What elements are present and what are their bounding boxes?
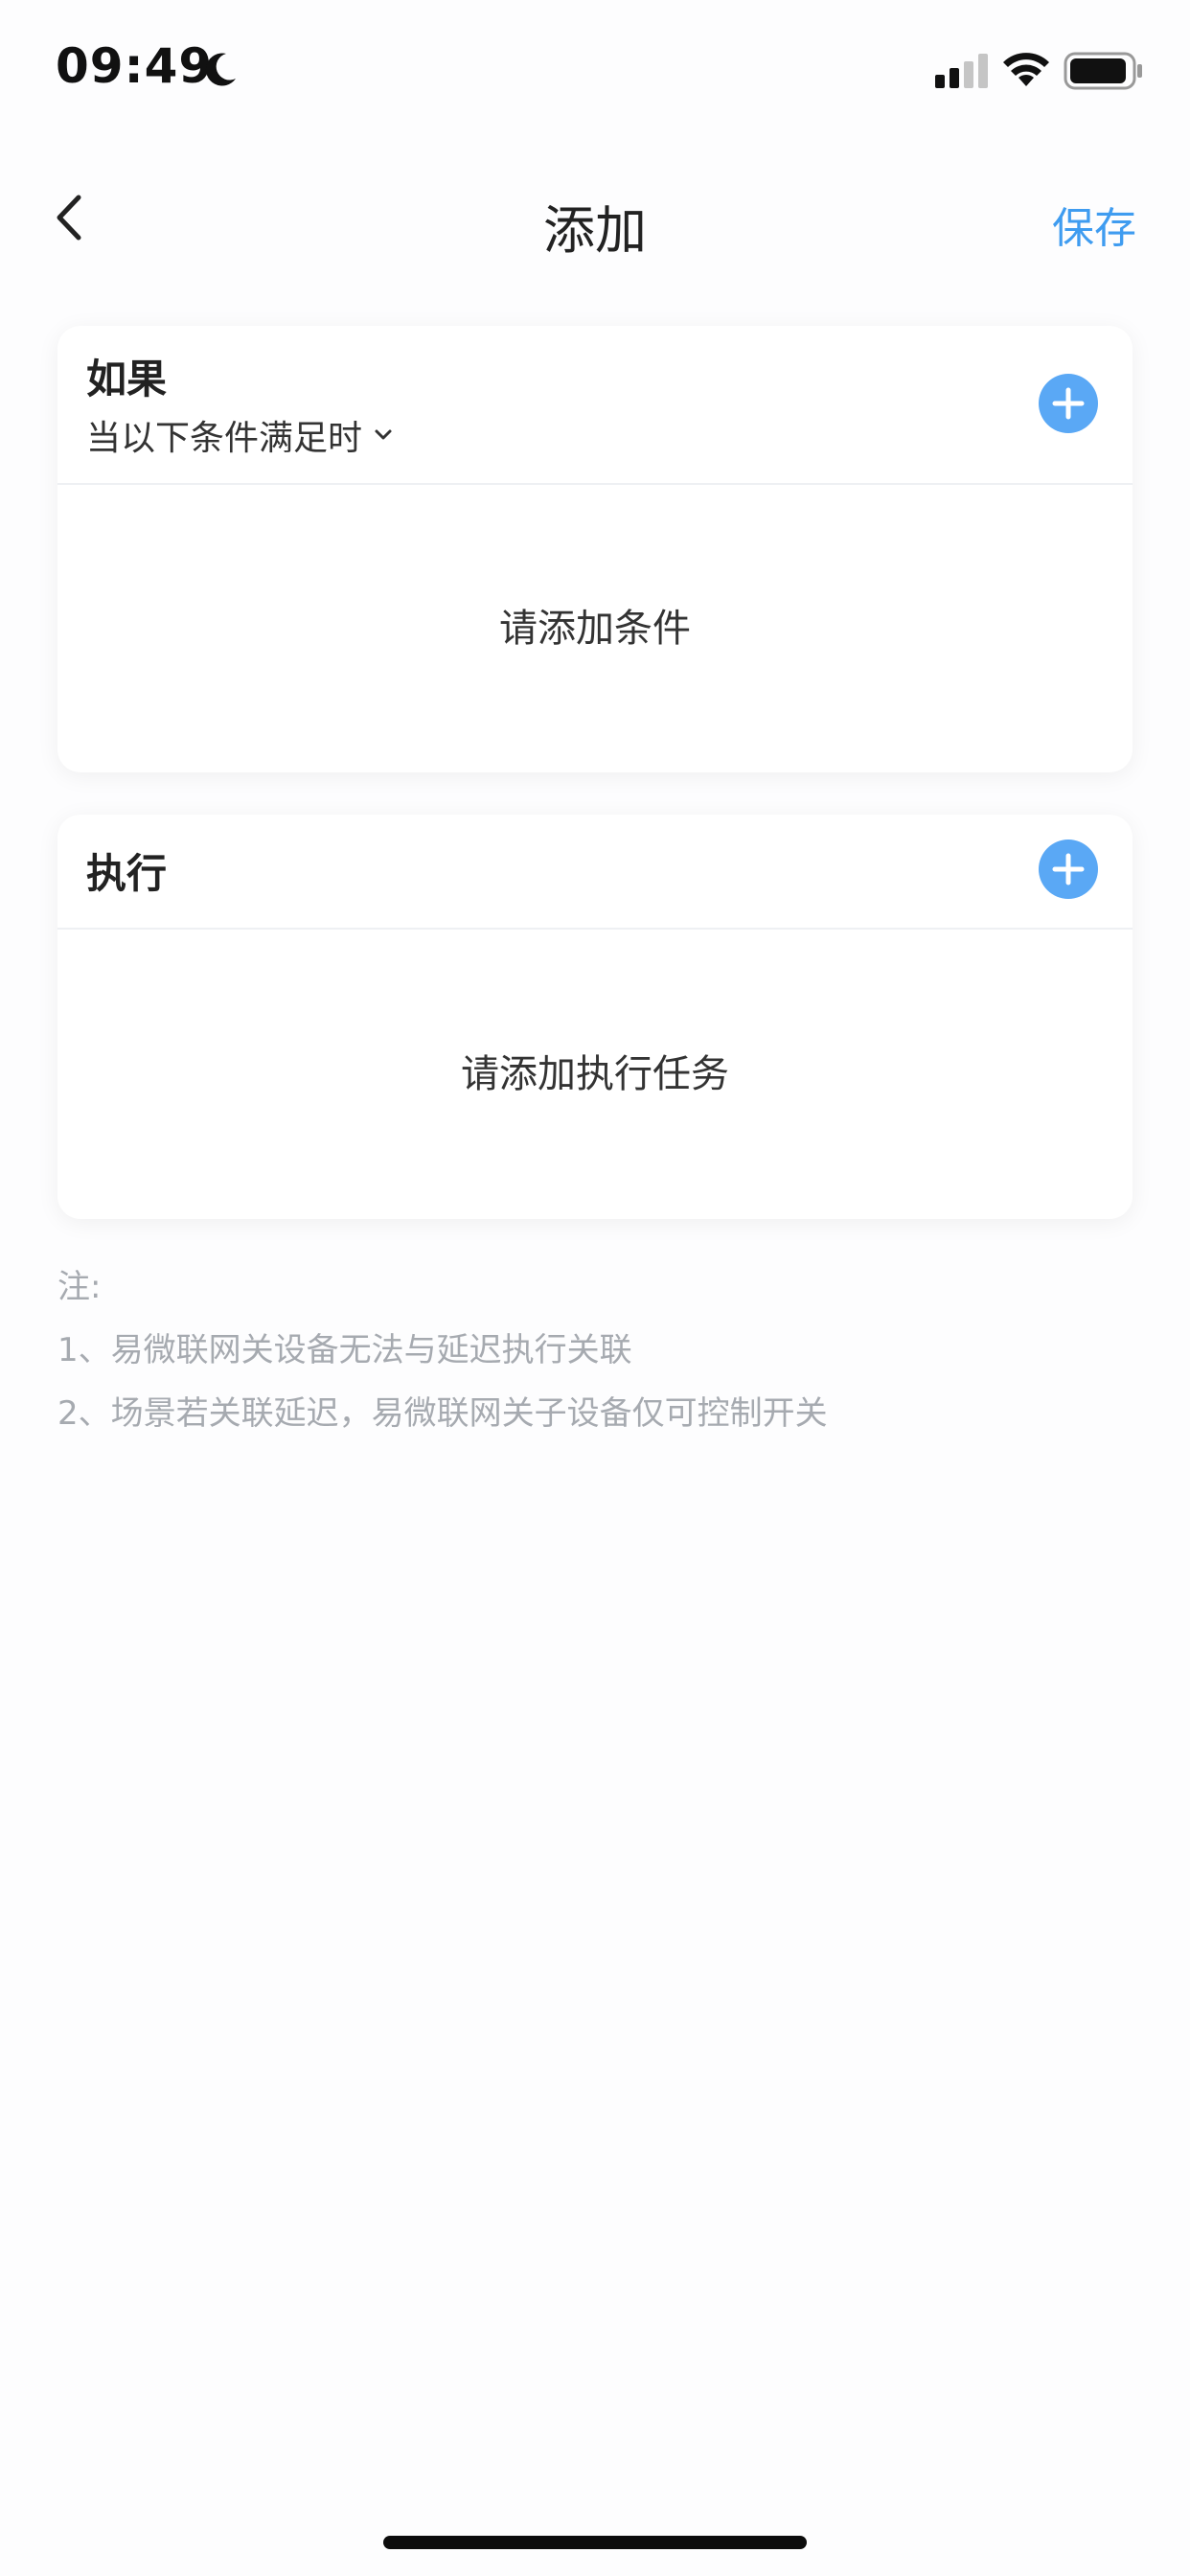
action-empty-text[interactable]: 请添加执行任务 <box>57 930 1133 1219</box>
note-item: 2、场景若关联延迟，易微联网关子设备仅可控制开关 <box>57 1394 828 1433</box>
action-card: 执行 请添加执行任务 <box>57 815 1133 1219</box>
add-action-button[interactable] <box>1039 840 1098 899</box>
notes-heading: 注: <box>57 1268 102 1306</box>
moon-icon <box>205 53 236 86</box>
condition-empty-text[interactable]: 请添加条件 <box>57 485 1133 772</box>
notes-section: 注: 1、易微联网关设备无法与延迟执行关联 2、场景若关联延迟，易微联网关子设备… <box>57 1263 828 1453</box>
condition-mode-label: 当以下条件满足时 <box>86 419 363 458</box>
note-item: 1、易微联网关设备无法与延迟执行关联 <box>57 1331 632 1369</box>
page-title: 添加 <box>543 200 647 261</box>
save-button[interactable]: 保存 <box>1052 194 1136 255</box>
home-indicator[interactable] <box>383 2536 807 2549</box>
action-card-header: 执行 <box>57 815 1133 930</box>
condition-card-header: 如果 当以下条件满足时 <box>57 326 1133 485</box>
wifi-icon <box>1003 53 1049 86</box>
condition-mode-dropdown[interactable]: 当以下条件满足时 <box>86 410 395 460</box>
chevron-down-icon <box>375 429 392 440</box>
action-card-title: 执行 <box>86 850 168 897</box>
condition-card: 如果 当以下条件满足时 请添加条件 <box>57 326 1133 772</box>
add-condition-button[interactable] <box>1039 374 1098 433</box>
status-time: 09:49 <box>56 38 214 94</box>
signal-icon <box>935 54 988 88</box>
status-bar: 09:49 <box>0 0 1190 144</box>
battery-icon <box>1064 52 1142 90</box>
navigation-bar: 添加 保存 <box>0 163 1190 278</box>
condition-card-title: 如果 <box>86 356 168 402</box>
